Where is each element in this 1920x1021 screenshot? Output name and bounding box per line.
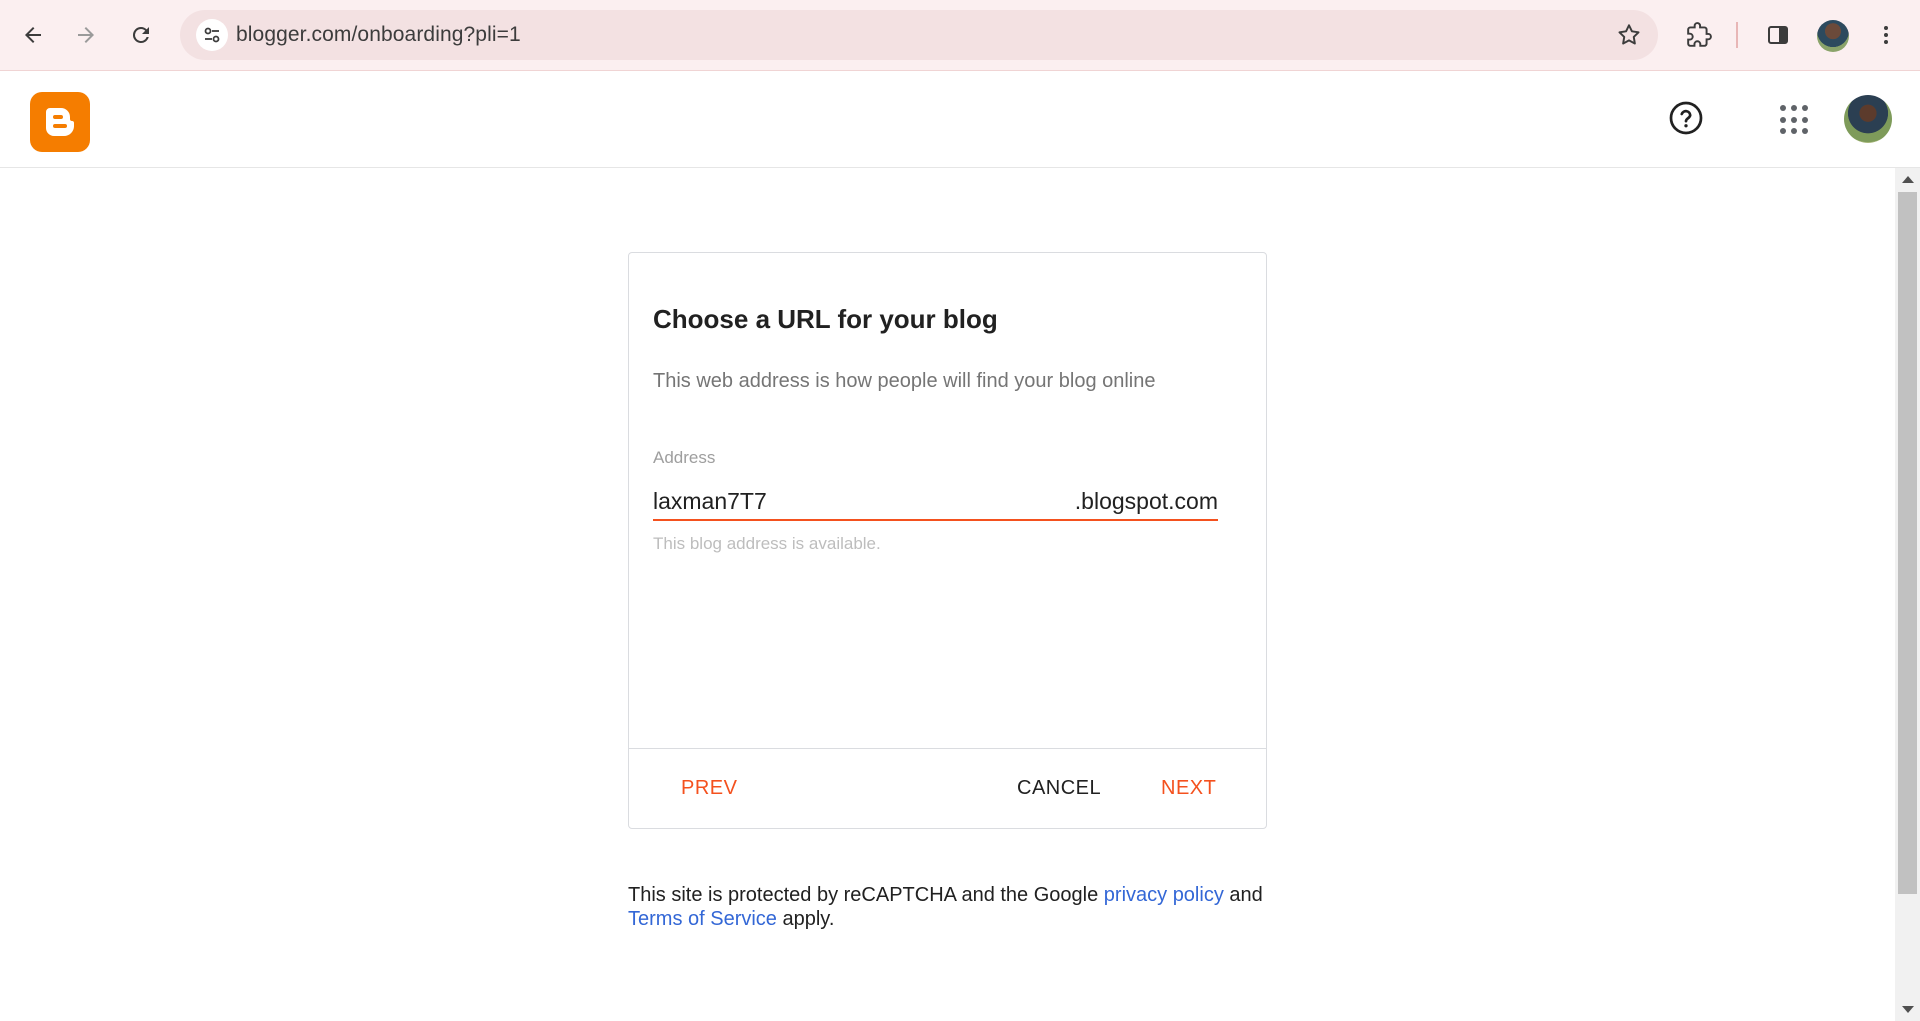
blogger-logo[interactable] (30, 92, 90, 152)
back-button[interactable] (14, 16, 52, 54)
browser-menu-button[interactable] (1867, 16, 1905, 54)
extensions-icon (1687, 22, 1712, 47)
bookmark-star-icon[interactable] (1616, 22, 1642, 53)
page-scrollbar[interactable] (1895, 168, 1920, 1021)
privacy-policy-link[interactable]: privacy policy (1104, 884, 1224, 906)
toolbar-divider (1736, 22, 1738, 48)
recaptcha-notice: This site is protected by reCAPTCHA and … (628, 883, 1288, 931)
reload-button[interactable] (122, 16, 160, 54)
apps-grid-icon[interactable] (1780, 105, 1810, 135)
address-value[interactable]: laxman7T7 (653, 488, 767, 515)
forward-arrow-icon (78, 27, 94, 43)
scroll-up-arrow-icon[interactable] (1902, 176, 1914, 183)
notice-text-2: and (1223, 884, 1263, 906)
browser-toolbar: blogger.com/onboarding?pli=1 (0, 0, 1920, 71)
terms-of-service-link[interactable]: Terms of Service (628, 908, 777, 930)
extensions-button[interactable] (1680, 16, 1718, 54)
url-dialog: Choose a URL for your blog This web addr… (628, 252, 1267, 829)
side-panel-icon (1768, 26, 1788, 44)
prev-button[interactable]: PREV (681, 777, 737, 800)
kebab-menu-icon (1884, 26, 1888, 44)
address-bar[interactable]: blogger.com/onboarding?pli=1 (180, 10, 1658, 60)
next-button[interactable]: NEXT (1161, 777, 1216, 800)
scroll-down-arrow-icon[interactable] (1902, 1006, 1914, 1013)
forward-button[interactable] (67, 16, 105, 54)
reload-icon (132, 26, 149, 43)
scrollbar-thumb[interactable] (1898, 192, 1917, 894)
dialog-description: This web address is how people will find… (653, 370, 1156, 392)
address-label: Address (653, 448, 716, 467)
dialog-footer: PREV CANCEL NEXT (629, 748, 1266, 828)
dialog-title: Choose a URL for your blog (653, 304, 998, 334)
address-suffix: .blogspot.com (1074, 488, 1218, 514)
back-arrow-icon (25, 27, 41, 43)
url-text[interactable]: blogger.com/onboarding?pli=1 (236, 23, 521, 47)
address-input[interactable]: laxman7T7 .blogspot.com (653, 485, 1218, 521)
notice-text-3: apply. (776, 908, 835, 930)
help-icon[interactable] (1668, 100, 1704, 136)
app-header (0, 71, 1920, 168)
account-avatar[interactable] (1844, 95, 1892, 143)
side-panel-button[interactable] (1759, 16, 1797, 54)
site-settings-icon[interactable] (196, 19, 228, 51)
notice-text-1: This site is protected by reCAPTCHA and … (628, 884, 1104, 906)
availability-helper-text: This blog address is available. (653, 534, 881, 553)
profile-avatar[interactable] (1817, 20, 1849, 52)
cancel-button[interactable]: CANCEL (1017, 777, 1101, 800)
